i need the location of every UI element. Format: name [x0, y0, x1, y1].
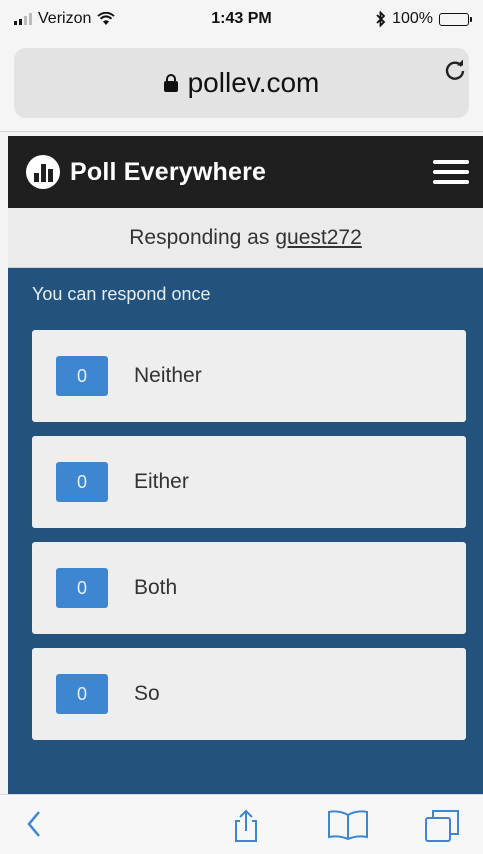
browser-toolbar	[0, 794, 483, 854]
poll-instruction: You can respond once	[32, 284, 211, 304]
battery-icon	[439, 12, 472, 26]
poll-option-both[interactable]: 0 Both	[32, 542, 466, 634]
poll-option-neither[interactable]: 0 Neither	[32, 330, 466, 422]
vote-count-badge: 0	[56, 674, 108, 714]
chevron-left-icon[interactable]	[26, 809, 42, 841]
poll-option-either[interactable]: 0 Either	[32, 436, 466, 528]
vote-count-badge: 0	[56, 462, 108, 502]
option-label: So	[134, 682, 160, 705]
url-text: pollev.com	[187, 67, 320, 98]
share-icon[interactable]	[230, 809, 262, 842]
poll-area: You can respond once 0 Neither 0 Either …	[8, 268, 483, 794]
reload-icon[interactable]	[443, 58, 467, 82]
poll-option-so[interactable]: 0 So	[32, 648, 466, 740]
vote-count-badge: 0	[56, 356, 108, 396]
site-header: Poll Everywhere	[8, 136, 483, 208]
option-label: Either	[134, 470, 189, 493]
brand-name[interactable]: Poll Everywhere	[70, 158, 266, 187]
poll-everywhere-logo-icon[interactable]	[26, 155, 60, 189]
hamburger-menu-icon[interactable]	[433, 160, 469, 184]
battery-group: 100%	[376, 10, 472, 28]
browser-address-area: pollev.com	[0, 36, 483, 132]
option-label: Neither	[134, 364, 202, 387]
vote-count-badge: 0	[56, 568, 108, 608]
bluetooth-icon	[376, 11, 386, 27]
responding-prefix: Responding as	[129, 225, 270, 249]
lock-icon	[163, 74, 178, 92]
battery-percent: 100%	[392, 10, 433, 27]
book-icon[interactable]	[326, 809, 370, 841]
username-link[interactable]: guest272	[275, 226, 361, 250]
responding-bar: Responding as guest272	[8, 208, 483, 268]
status-bar: Verizon 1:43 PM 100%	[0, 0, 483, 36]
tabs-icon[interactable]	[424, 809, 460, 842]
address-bar[interactable]: pollev.com	[14, 48, 469, 118]
option-label: Both	[134, 576, 178, 599]
